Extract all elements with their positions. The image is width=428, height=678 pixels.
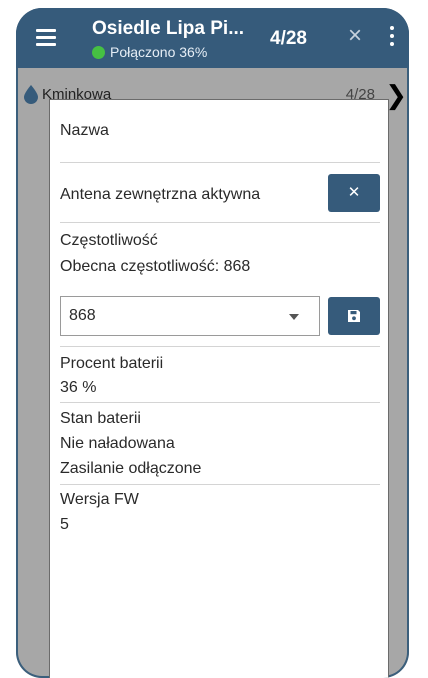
close-icon[interactable]: × — [343, 22, 367, 50]
water-drop-icon — [24, 85, 38, 104]
frequency-label: Częstotliwość — [60, 232, 158, 249]
divider — [60, 346, 380, 347]
device-frame: Osiedle Lipa Pi... Połączono 36% 4/28 × … — [16, 8, 409, 678]
fw-value: 5 — [60, 516, 69, 533]
fw-label: Wersja FW — [60, 491, 139, 508]
antenna-toggle-button[interactable]: ✕ — [328, 174, 380, 212]
battery-state-value: Nie naładowana — [60, 435, 175, 452]
item-counter: 4/28 — [270, 28, 307, 49]
connection-status: Połączono 36% — [92, 44, 207, 60]
frequency-select[interactable]: 868 — [60, 296, 320, 336]
app-bar: Osiedle Lipa Pi... Połączono 36% 4/28 × — [16, 8, 409, 68]
battery-percent-label: Procent baterii — [60, 355, 164, 372]
current-frequency: Obecna częstotliwość: 868 — [60, 258, 251, 275]
more-options-icon[interactable] — [388, 24, 396, 48]
connection-status-text: Połączono 36% — [110, 44, 208, 60]
status-dot-icon — [92, 46, 105, 59]
floppy-disk-icon — [348, 310, 360, 322]
divider — [60, 484, 380, 485]
power-state-value: Zasilanie odłączone — [60, 460, 202, 477]
chevron-right-icon[interactable]: ❯ — [385, 80, 407, 111]
frequency-select-value: 868 — [69, 307, 96, 324]
divider — [60, 402, 380, 403]
caret-down-icon — [289, 314, 299, 320]
divider — [60, 222, 380, 223]
antenna-label: Antena zewnętrzna aktywna — [60, 186, 261, 203]
save-frequency-button[interactable] — [328, 297, 380, 335]
close-icon: ✕ — [347, 184, 361, 201]
battery-state-label: Stan baterii — [60, 410, 141, 427]
menu-icon[interactable] — [36, 26, 58, 48]
name-label: Nazwa — [60, 122, 109, 139]
page-title: Osiedle Lipa Pi... — [92, 18, 245, 39]
battery-percent-value: 36 % — [60, 379, 97, 396]
divider — [60, 162, 380, 163]
device-details-dialog: Nazwa Antena zewnętrzna aktywna ✕ Często… — [50, 100, 388, 678]
